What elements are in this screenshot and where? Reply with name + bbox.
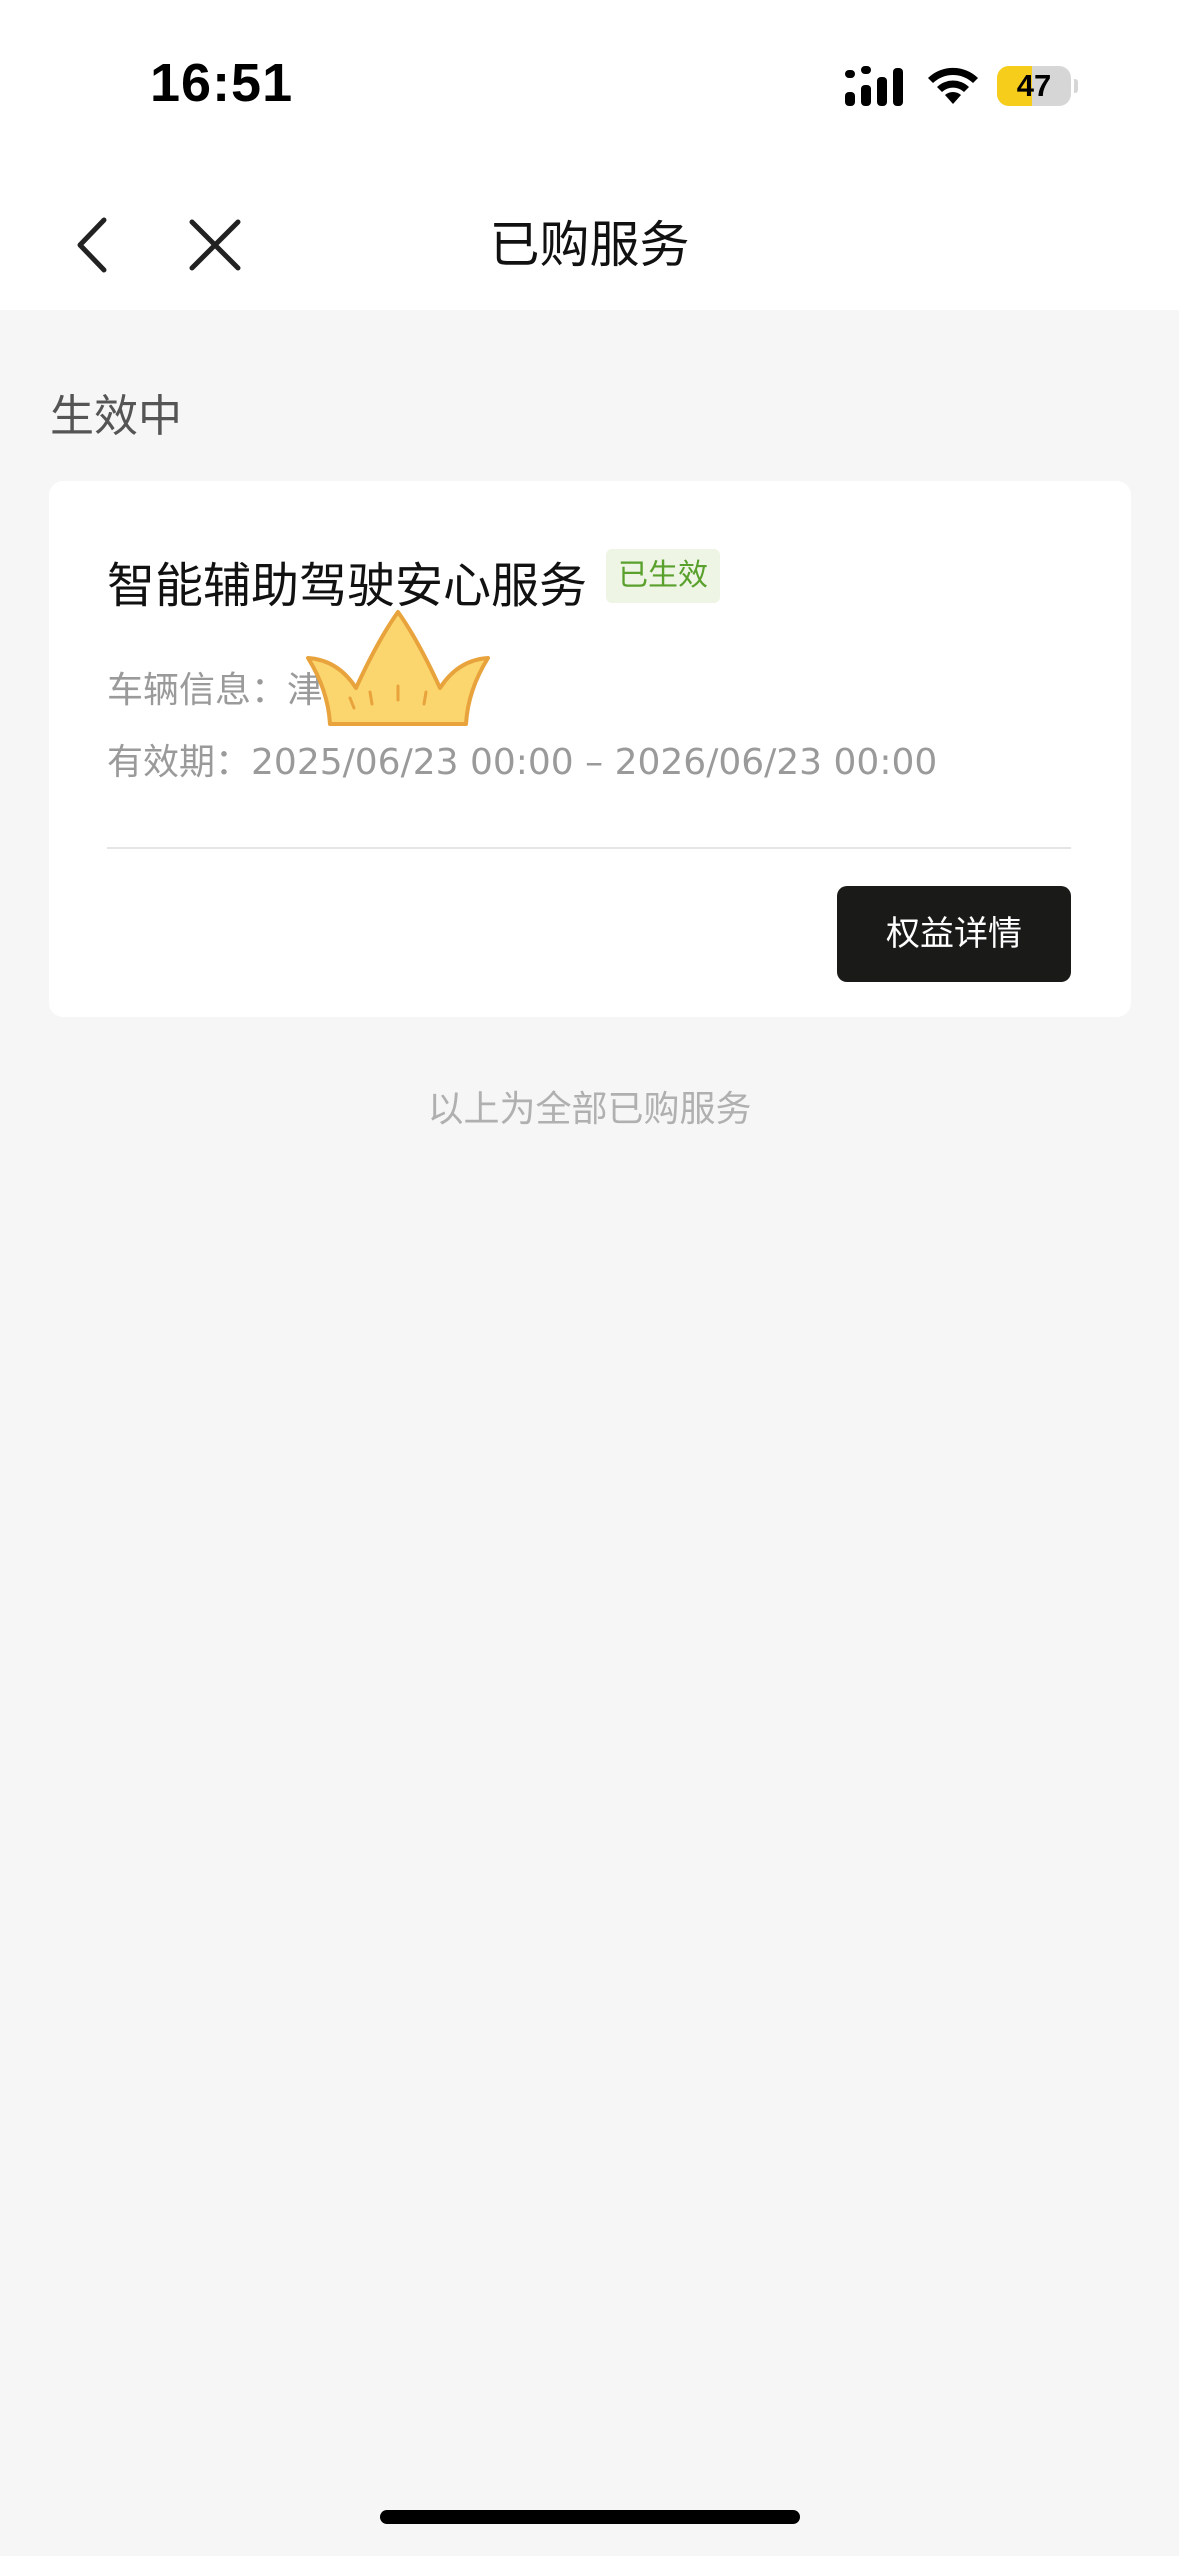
home-indicator[interactable] [380, 2510, 800, 2524]
signal-icon [845, 66, 903, 106]
status-bar: 16:51 47 [0, 0, 1179, 160]
validity-info: 有效期：2025/06/23 00:00 – 2026/06/23 00:00 [107, 733, 937, 785]
vehicle-info-label: 车辆信息： [107, 670, 288, 711]
close-button[interactable] [180, 210, 250, 280]
card-divider [107, 847, 1071, 849]
battery-icon: 47 [997, 66, 1078, 106]
validity-label: 有效期： [107, 742, 252, 783]
service-card: 智能辅助驾驶安心服务 已生效 车辆信息：津 有效期：2025/06/23 00:… [49, 481, 1131, 1017]
nav-bar: 已购服务 [0, 160, 1179, 310]
page-title: 已购服务 [489, 216, 690, 274]
section-title-active: 生效中 [50, 391, 182, 442]
battery-percent: 47 [1016, 68, 1052, 103]
close-icon [189, 219, 241, 271]
wifi-icon [928, 67, 978, 104]
crown-sticker-icon [306, 610, 490, 726]
status-time: 16:51 [150, 53, 294, 113]
back-button[interactable] [60, 210, 130, 280]
footer-note: 以上为全部已购服务 [427, 1089, 752, 1130]
validity-value: 2025/06/23 00:00 – 2026/06/23 00:00 [251, 742, 938, 783]
status-badge: 已生效 [606, 549, 720, 603]
benefit-details-button[interactable]: 权益详情 [837, 886, 1071, 982]
vehicle-info: 车辆信息：津 [107, 661, 323, 713]
chevron-left-icon [77, 217, 107, 273]
